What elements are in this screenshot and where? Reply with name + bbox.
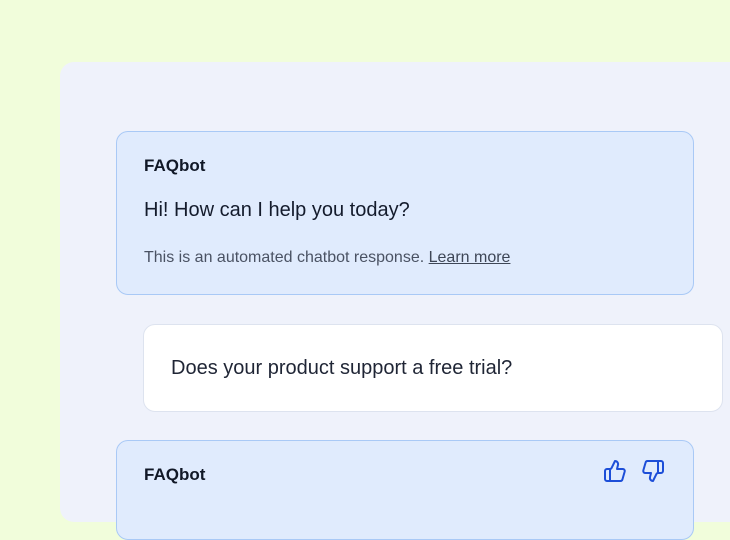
disclaimer-text: This is an automated chatbot response. — [144, 249, 425, 266]
learn-more-link[interactable]: Learn more — [429, 249, 511, 266]
message-text: Hi! How can I help you today? — [144, 199, 410, 221]
bot-message: FAQbot Hi! How can I help you today? Thi… — [116, 131, 694, 295]
bot-message: FAQbot — [116, 440, 694, 540]
user-message: Does your product support a free trial? — [143, 324, 723, 412]
message-text: Does your product support a free trial? — [171, 357, 513, 379]
message-sender: FAQbot — [144, 156, 206, 175]
thumbs-down-button[interactable] — [639, 457, 666, 484]
message-sender: FAQbot — [144, 465, 206, 484]
thumbs-up-icon — [603, 459, 626, 482]
automated-response-disclaimer: This is an automated chatbot response. L… — [144, 249, 510, 267]
thumbs-up-button[interactable] — [601, 457, 628, 484]
thumbs-down-icon — [641, 459, 664, 482]
message-feedback — [601, 457, 666, 484]
